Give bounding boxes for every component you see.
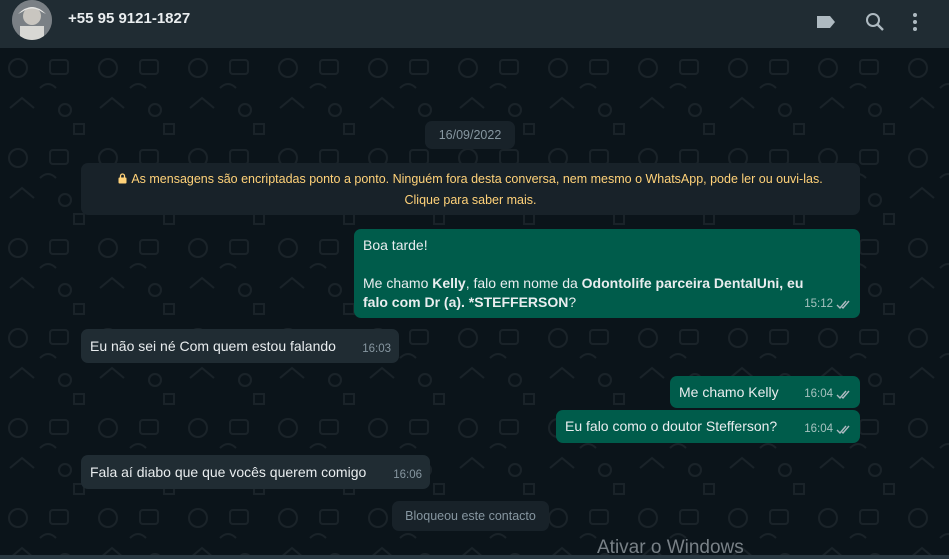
double-check-icon: [836, 300, 850, 310]
search-icon[interactable]: [863, 10, 887, 34]
outgoing-message[interactable]: Eu falo como o doutor Stefferson? 16:04: [556, 410, 860, 443]
learn-more-link[interactable]: Clique para saber mais.: [404, 193, 536, 207]
menu-icon[interactable]: [903, 10, 927, 34]
message-text: Eu não sei né Com quem estou falando: [90, 338, 336, 354]
incoming-message[interactable]: Eu não sei né Com quem estou falando 16:…: [81, 329, 399, 363]
message-meta: 16:03: [362, 340, 391, 359]
double-check-icon: [836, 390, 850, 400]
message-meta: 16:04: [804, 385, 852, 404]
chat-header: +55 95 9121-1827: [0, 0, 949, 48]
message-meta: 16:04: [804, 420, 852, 439]
date-divider: 16/09/2022: [425, 121, 515, 149]
incoming-message[interactable]: Fala aí diabo que que vocês querem comig…: [81, 455, 430, 489]
chat-area[interactable]: 16/09/2022 As mensagens são encriptadas …: [0, 48, 949, 555]
message-text: Eu falo como o doutor Stefferson?: [565, 418, 778, 434]
bottom-border: [0, 555, 949, 559]
message-time: 16:03: [362, 343, 391, 355]
message-meta: 15:12: [804, 295, 852, 314]
message-time: 16:06: [393, 469, 422, 481]
message-time: 15:12: [804, 298, 833, 310]
encryption-text: As mensagens são encriptadas ponto a pon…: [131, 172, 823, 186]
message-meta: 16:06: [393, 466, 422, 485]
double-check-icon: [836, 425, 850, 435]
lock-icon: [118, 170, 127, 190]
message-time: 16:04: [804, 388, 833, 400]
contact-name[interactable]: +55 95 9121-1827: [68, 10, 190, 27]
outgoing-message[interactable]: Boa tarde! Me chamo Kelly, falo em nome …: [354, 229, 860, 318]
encryption-notice[interactable]: As mensagens são encriptadas ponto a pon…: [81, 163, 860, 215]
contact-avatar[interactable]: [12, 0, 52, 40]
message-text: Fala aí diabo que que vocês querem comig…: [90, 464, 367, 480]
message-text: Boa tarde!: [363, 237, 428, 253]
message-time: 16:04: [804, 423, 833, 435]
message-text: Me chamo Kelly, falo em nome da Odontoli…: [363, 275, 804, 310]
message-text: Me chamo Kelly: [679, 384, 779, 400]
outgoing-message[interactable]: Me chamo Kelly 16:04: [670, 376, 860, 408]
label-icon[interactable]: [814, 10, 838, 34]
blocked-notice: Bloqueou este contacto: [392, 501, 549, 531]
